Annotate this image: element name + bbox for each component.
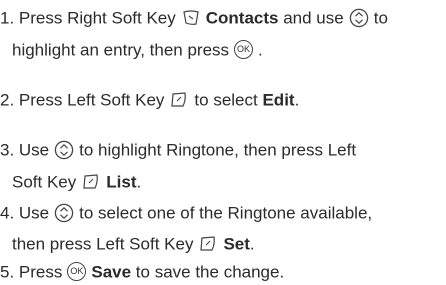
left-soft-key-icon <box>198 235 218 253</box>
left-soft-key-icon <box>81 173 101 191</box>
step-number: 5. <box>0 262 19 282</box>
instruction-text: Use <box>18 203 50 223</box>
instruction-text: and use <box>278 8 344 28</box>
step-number: 2. <box>0 90 19 110</box>
instruction-text: Press <box>18 262 63 282</box>
bold-term: Edit <box>262 90 295 110</box>
instruction-text: . <box>258 40 263 60</box>
step-number: 4. <box>0 203 19 223</box>
instruction-list: 1. Press Right Soft Key Contacts and use t… <box>0 0 446 285</box>
step-number: 1. <box>0 8 19 28</box>
step-5-line-1: 5. Press OK Save to save the change. <box>0 260 284 284</box>
step-4-line-1: 4. Use to select one of the Ringtone avai… <box>0 201 372 225</box>
instruction-text: Press Left Soft Key <box>18 90 165 110</box>
instruction-text: to <box>373 8 388 28</box>
step-3-line-2: Soft Key List. <box>12 170 141 194</box>
nav-key-icon <box>54 140 74 160</box>
instruction-text: . <box>136 172 142 192</box>
left-soft-key-icon <box>169 91 189 109</box>
instruction-text: . <box>249 234 255 254</box>
bold-term: Save <box>91 262 132 282</box>
instruction-text: Use <box>18 140 50 160</box>
step-2-line-1: 2. Press Left Soft Key to select Edit. <box>0 88 299 112</box>
step-3-line-1: 3. Use to highlight Ringtone, then press … <box>0 138 356 162</box>
instruction-text: to select one of the Ringtone available, <box>79 203 373 223</box>
instruction-text: highlight an entry, then press <box>12 40 230 60</box>
instruction-text: to save the change. <box>131 262 285 282</box>
bold-term: Contacts <box>205 8 279 28</box>
instruction-text: to select <box>194 90 263 110</box>
instruction-text: Press Right Soft Key <box>18 8 176 28</box>
instruction-text: then press Left Soft Key <box>12 234 194 254</box>
bold-term: Set <box>223 234 250 254</box>
step-1-line-2: highlight an entry, then press OK. <box>12 38 263 62</box>
step-4-line-2: then press Left Soft Key Set. <box>12 232 255 256</box>
instruction-text: Soft Key <box>12 172 77 192</box>
ok-key-icon: OK <box>234 40 254 60</box>
ok-key-icon: OK <box>67 262 87 282</box>
right-soft-key-icon <box>181 9 201 27</box>
step-number: 3. <box>0 140 19 160</box>
instruction-text: . <box>294 90 300 110</box>
step-1-line-1: 1. Press Right Soft Key Contacts and use t… <box>0 6 388 30</box>
nav-key-icon <box>54 203 74 223</box>
instruction-text: to highlight Ringtone, then press Left <box>79 140 357 160</box>
nav-key-icon <box>349 8 369 28</box>
bold-term: List <box>106 172 137 192</box>
